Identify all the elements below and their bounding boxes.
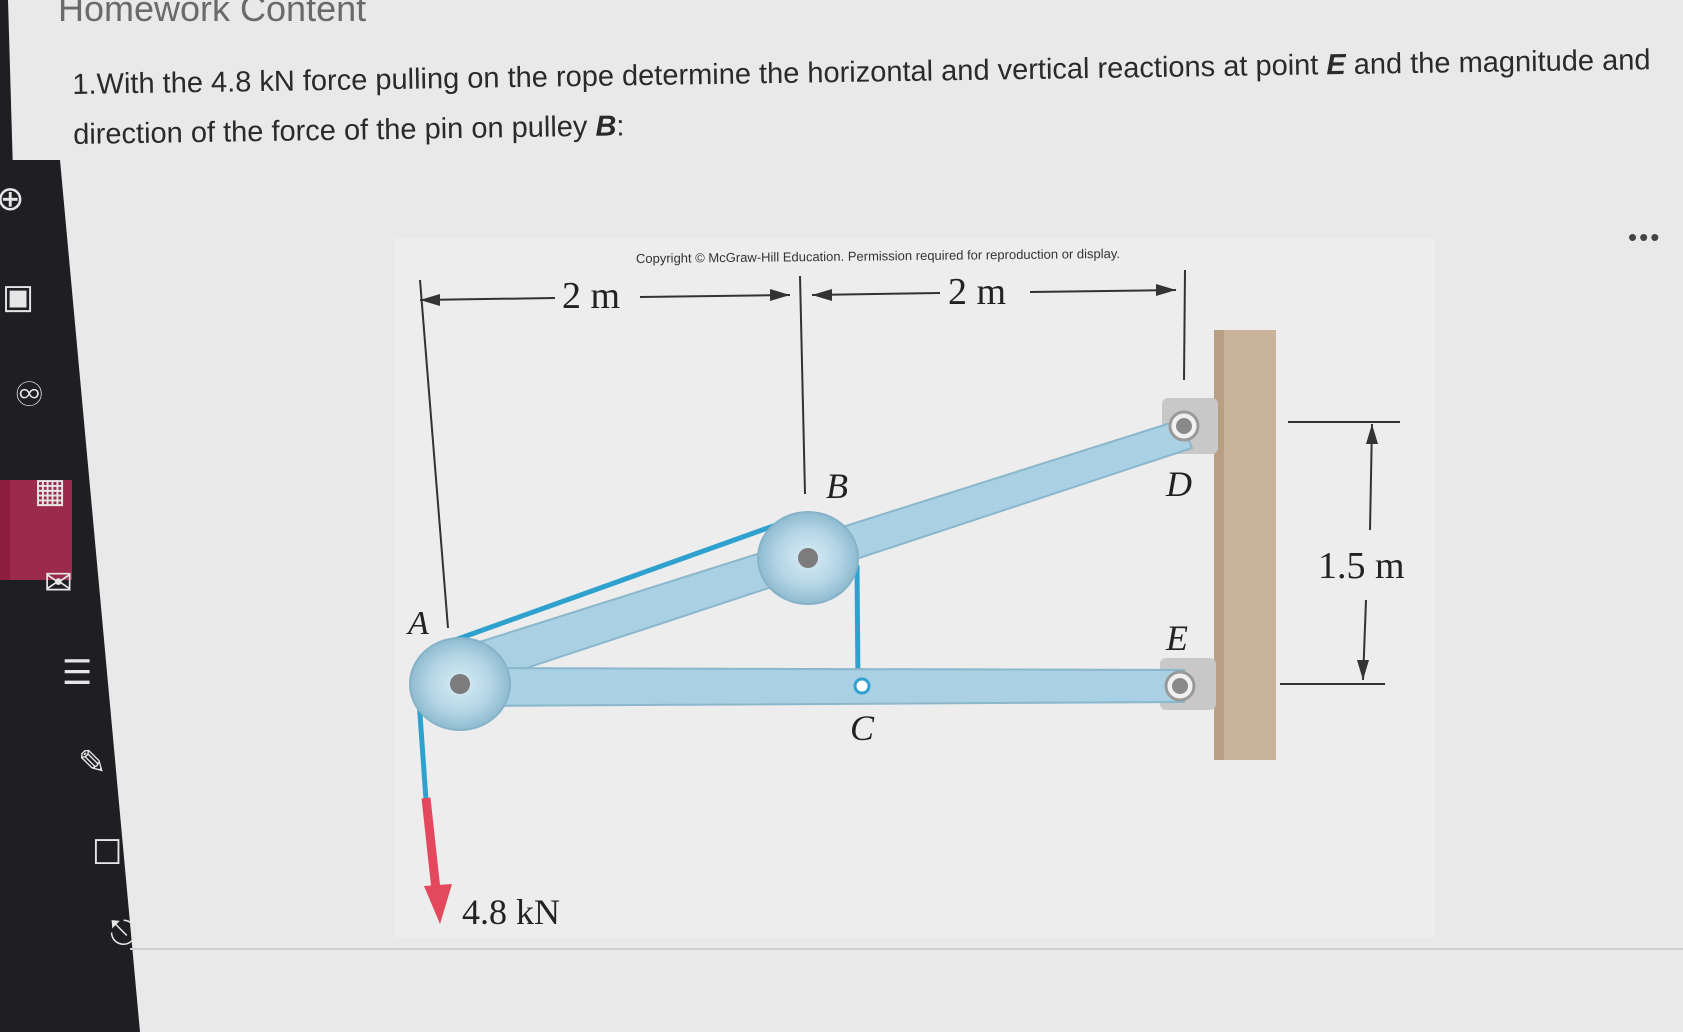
label-b: B (826, 466, 848, 506)
dim-vertical-label: 1.5 m (1318, 545, 1405, 587)
dim-right-label: 2 m (948, 271, 1006, 313)
frame-diagram: Copyright © McGraw-Hill Education. Permi… (395, 238, 1435, 938)
label-e: E (1165, 618, 1188, 658)
rope-segment-bc (854, 564, 861, 687)
member-ae (457, 666, 1185, 708)
attachment-c (853, 677, 871, 695)
pin-d-center (1176, 418, 1192, 434)
label-a: A (406, 605, 429, 642)
dim-ext-line-d (1183, 269, 1186, 381)
pin-b (798, 548, 818, 568)
pin-a (450, 674, 470, 694)
content-divider (130, 948, 1683, 950)
label-d: D (1165, 464, 1192, 504)
pin-e-center (1172, 678, 1188, 694)
label-c: C (850, 708, 875, 748)
figure-background (395, 238, 1435, 938)
dim-left-label: 2 m (562, 275, 620, 317)
force-label: 4.8 kN (462, 892, 560, 932)
